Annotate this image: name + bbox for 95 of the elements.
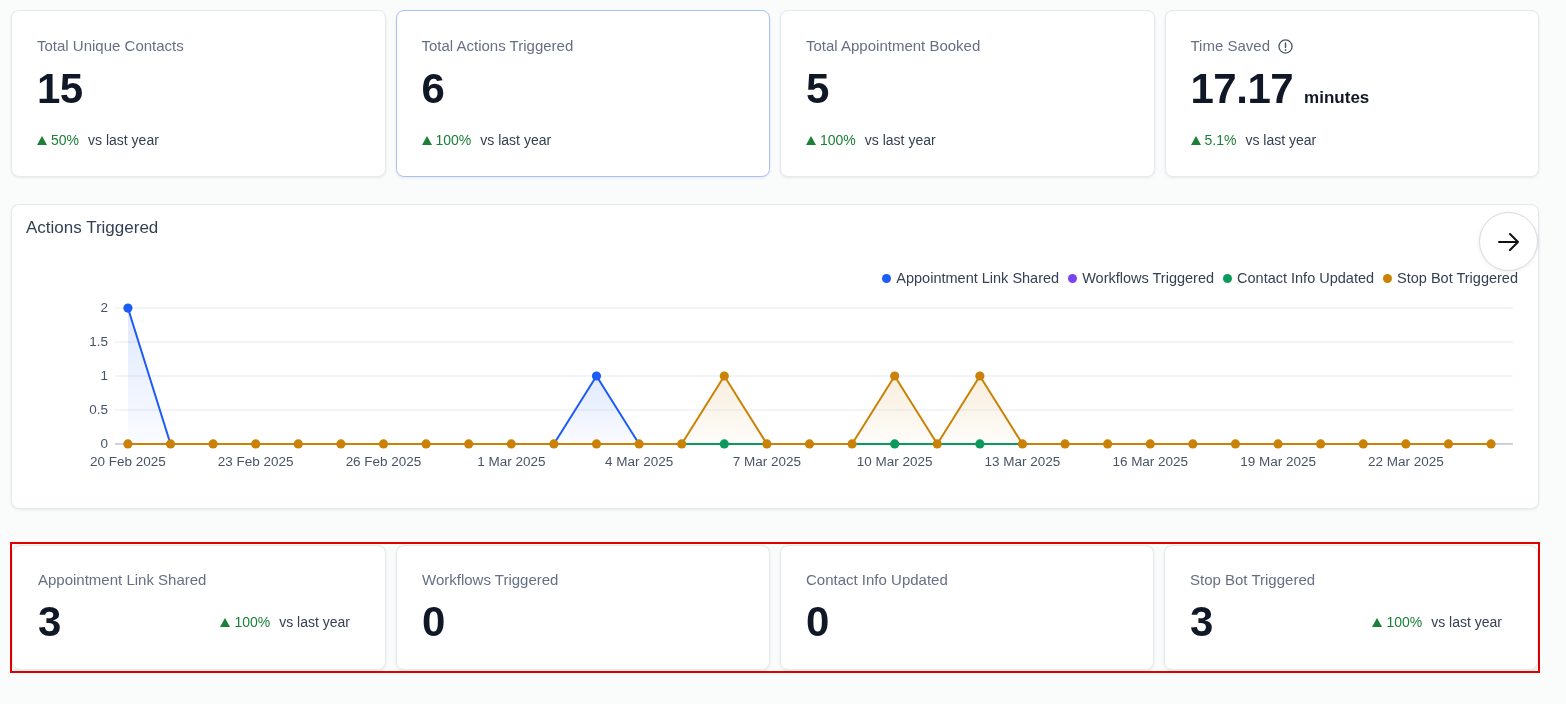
- data-point: [591, 371, 602, 381]
- stat-value: 6: [421, 65, 445, 113]
- card-label: Total Unique Contacts: [37, 37, 184, 55]
- card-label: Contact Info Updated: [806, 571, 949, 589]
- stat-card[interactable]: Time Saved 17.17 minutes 5.1% vs last year: [1164, 10, 1539, 177]
- comparison-label: vs last year: [480, 131, 552, 149]
- data-point: [1273, 439, 1283, 449]
- data-point: [464, 439, 474, 449]
- change-percent: 100%: [234, 613, 271, 631]
- x-axis-label: 19 Mar 2025: [1240, 454, 1316, 470]
- stat-value: 5: [806, 65, 829, 113]
- x-axis-label: 20 Feb 2025: [90, 454, 166, 470]
- card-label: Workflows Triggered: [422, 571, 560, 589]
- data-point: [1486, 439, 1496, 449]
- y-axis-label: 0: [100, 435, 108, 451]
- card-label: Time Saved: [1190, 37, 1270, 55]
- data-point: [634, 439, 644, 449]
- y-axis-label: 1.5: [89, 333, 108, 349]
- comparison-label: vs last year: [1431, 613, 1502, 631]
- data-point: [1230, 439, 1241, 449]
- data-point: [421, 439, 431, 449]
- y-axis-label: 0.5: [89, 401, 108, 417]
- x-axis-label: 1 Mar 2025: [477, 454, 546, 470]
- data-point: [890, 439, 900, 449]
- data-point: [1401, 439, 1411, 449]
- stat-value: 17.17: [1190, 65, 1294, 113]
- data-point: [293, 439, 303, 449]
- change-percent: 5.1%: [1204, 131, 1237, 149]
- arrow-right-icon: [1497, 232, 1520, 251]
- comparison-label: vs last year: [864, 131, 936, 149]
- chart-title: Actions Triggered: [26, 218, 159, 238]
- data-point: [378, 439, 389, 449]
- x-axis-label: 26 Feb 2025: [345, 454, 422, 470]
- data-point: [549, 439, 559, 449]
- data-point: [719, 439, 729, 449]
- stat-value: 0: [422, 598, 445, 646]
- data-point: [847, 439, 857, 449]
- data-point: [719, 371, 729, 381]
- legend-label: Contact Info Updated: [1237, 270, 1375, 286]
- x-axis-label: 16 Mar 2025: [1112, 454, 1189, 470]
- change-percent: 100%: [820, 131, 856, 149]
- data-point: [1316, 439, 1326, 449]
- change-percent: 100%: [435, 131, 472, 149]
- stat-card[interactable]: Total Unique Contacts 15 50% vs last year: [11, 10, 386, 177]
- x-axis-label: 23 Feb 2025: [217, 454, 294, 470]
- change-percent: 100%: [1386, 613, 1423, 631]
- stat-value: 0: [806, 598, 829, 646]
- x-axis-label: 10 Mar 2025: [856, 454, 933, 470]
- stat-value: 3: [38, 598, 61, 646]
- data-point: [506, 439, 516, 449]
- data-point: [1017, 439, 1028, 449]
- data-point: [1188, 439, 1198, 449]
- data-point: [1145, 439, 1155, 449]
- data-point: [975, 371, 985, 381]
- info-icon[interactable]: [1278, 38, 1293, 54]
- data-point: [1358, 439, 1368, 449]
- data-point: [677, 439, 687, 449]
- stat-value: 15: [37, 65, 83, 113]
- comparison-label: vs last year: [279, 613, 350, 631]
- data-point: [890, 371, 900, 381]
- stat-card[interactable]: Total Actions Triggered 6 100% vs last year: [395, 10, 770, 177]
- change-percent: 50%: [51, 131, 80, 149]
- y-axis-label: 1: [100, 367, 108, 383]
- card-label: Total Actions Triggered: [421, 37, 574, 55]
- legend-label: Appointment Link Shared: [896, 270, 1060, 286]
- comparison-label: vs last year: [88, 131, 159, 149]
- data-point: [804, 439, 815, 449]
- stat-card[interactable]: Total Appointment Booked 5 100% vs last year: [780, 10, 1155, 177]
- arrow-button[interactable]: [1479, 212, 1538, 271]
- data-point: [336, 439, 346, 449]
- data-point: [932, 439, 942, 449]
- comparison-label: vs last year: [1245, 131, 1317, 149]
- data-point: [208, 439, 218, 449]
- y-axis-label: 2: [100, 299, 108, 315]
- data-point: [123, 303, 133, 313]
- card-label: Stop Bot Triggered: [1190, 571, 1317, 589]
- x-axis-label: 4 Mar 2025: [605, 454, 674, 470]
- x-axis-label: 13 Mar 2025: [984, 454, 1061, 470]
- data-point: [251, 439, 261, 449]
- data-point: [165, 439, 176, 449]
- data-point: [123, 439, 133, 449]
- data-point: [1443, 439, 1454, 449]
- card-label: Total Appointment Booked: [806, 37, 981, 55]
- data-point: [975, 439, 985, 449]
- stat-value: 3: [1190, 598, 1213, 646]
- data-point: [591, 439, 602, 449]
- data-point: [1060, 439, 1070, 449]
- legend-label: Stop Bot Triggered: [1397, 270, 1518, 286]
- data-point: [762, 439, 772, 449]
- x-axis-label: 7 Mar 2025: [732, 454, 801, 470]
- card-label: Appointment Link Shared: [38, 571, 208, 589]
- legend-label: Workflows Triggered: [1082, 270, 1215, 286]
- data-point: [1103, 439, 1113, 449]
- x-axis-label: 22 Mar 2025: [1368, 454, 1444, 470]
- unit-label: minutes: [1304, 88, 1370, 108]
